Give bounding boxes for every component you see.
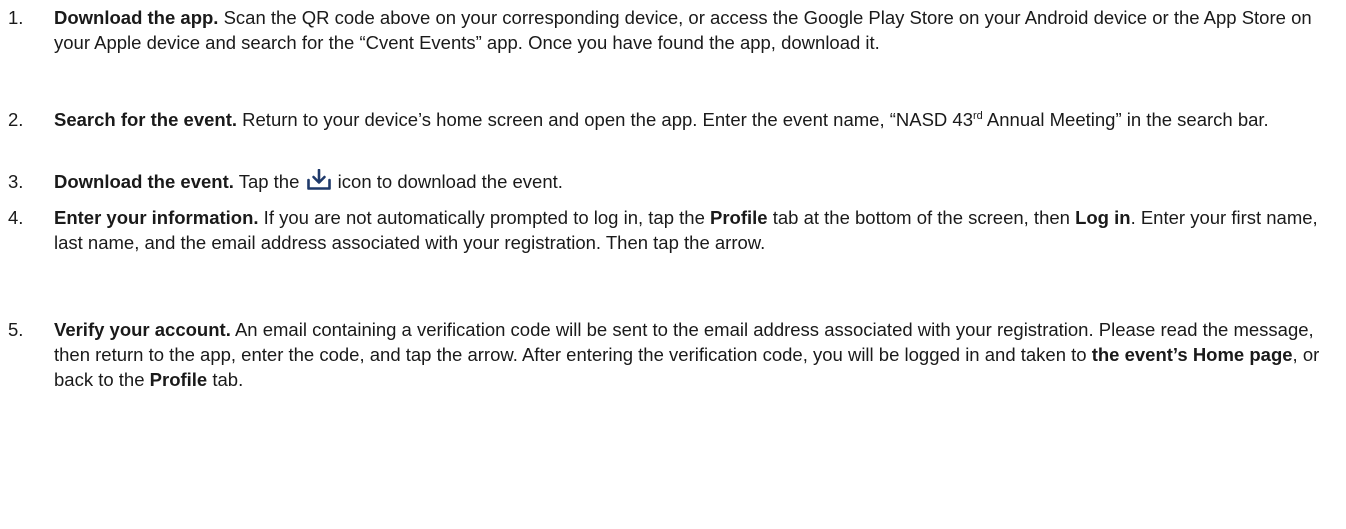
profile-tab-term: Profile bbox=[149, 369, 208, 390]
download-tray-icon bbox=[306, 168, 332, 191]
step-verify-account: 5. Verify your account. An email contain… bbox=[0, 317, 1326, 392]
step-text: Scan the QR code above on your correspon… bbox=[54, 7, 1312, 53]
step-download-event: 3. Download the event. Tap the icon to d… bbox=[0, 168, 1326, 205]
step-body: Search for the event. Return to your dev… bbox=[54, 107, 1326, 132]
step-heading: Enter your information. bbox=[54, 207, 259, 228]
step-body: Verify your account. An email containing… bbox=[54, 317, 1326, 392]
step-text: Annual Meeting” in the search bar. bbox=[982, 109, 1269, 130]
step-text: Return to your device’s home screen and … bbox=[237, 109, 973, 130]
step-number: 4. bbox=[8, 207, 24, 228]
step-text: tab. bbox=[207, 369, 244, 390]
ordinal-suffix: rd bbox=[973, 110, 983, 122]
profile-tab-term: Profile bbox=[710, 207, 768, 228]
step-search-event: 2. Search for the event. Return to your … bbox=[0, 107, 1326, 169]
step-body: Enter your information. If you are not a… bbox=[54, 205, 1326, 255]
step-text: Tap the bbox=[233, 171, 305, 192]
step-body: Download the app. Scan the QR code above… bbox=[54, 5, 1326, 55]
step-number: 2. bbox=[8, 109, 24, 130]
step-heading: Search for the event. bbox=[54, 109, 238, 130]
step-number: 3. bbox=[8, 171, 24, 192]
step-body: Download the event. Tap the icon to down… bbox=[54, 168, 1326, 194]
step-heading: Download the app. bbox=[54, 7, 219, 28]
log-in-term: Log in bbox=[1075, 207, 1131, 228]
instructions-document: 1. Download the app. Scan the QR code ab… bbox=[0, 0, 1346, 529]
home-page-term: the event’s Home page bbox=[1091, 344, 1293, 365]
step-text: If you are not automatically prompted to… bbox=[258, 207, 710, 228]
step-number: 1. bbox=[8, 7, 24, 28]
step-number: 5. bbox=[8, 319, 24, 340]
step-text: tab at the bottom of the screen, then bbox=[767, 207, 1076, 228]
step-download-app: 1. Download the app. Scan the QR code ab… bbox=[0, 5, 1326, 107]
step-text: icon to download the event. bbox=[332, 171, 563, 192]
step-heading: Verify your account. bbox=[54, 319, 231, 340]
step-enter-information: 4. Enter your information. If you are no… bbox=[0, 205, 1326, 317]
step-heading: Download the event. bbox=[54, 171, 234, 192]
